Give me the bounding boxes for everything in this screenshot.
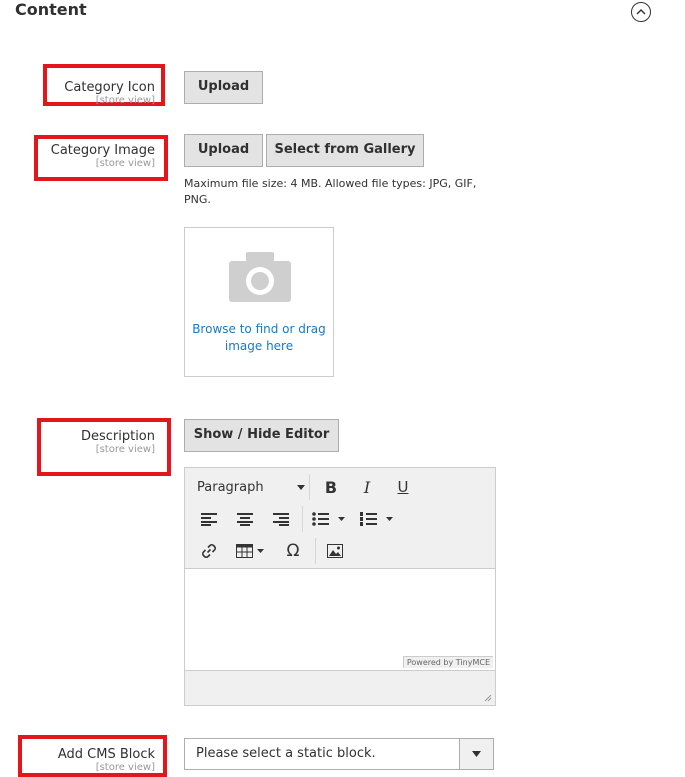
insert-image-button[interactable] xyxy=(323,539,347,563)
table-icon xyxy=(236,544,264,558)
category-icon-label: Category Icon xyxy=(64,80,155,95)
wysiwyg-editor: Paragraph B I U Ω Powered by TinyMCE xyxy=(184,467,496,706)
description-scope: [store view] xyxy=(95,444,155,455)
description-label: Description xyxy=(80,429,155,444)
insert-link-button[interactable] xyxy=(197,539,221,563)
align-right-button[interactable] xyxy=(269,507,293,531)
caret-down-icon xyxy=(297,485,305,490)
select-arrow-button[interactable] xyxy=(459,739,493,769)
image-drop-zone[interactable]: Browse to find or drag image here xyxy=(184,227,334,377)
file-size-note: Maximum file size: 4 MB. Allowed file ty… xyxy=(184,177,477,206)
cms-block-scope: [store view] xyxy=(95,762,155,773)
insert-table-button[interactable] xyxy=(233,539,269,563)
bullet-list-button[interactable] xyxy=(309,507,349,531)
italic-button[interactable]: I xyxy=(355,475,379,499)
cms-block-select[interactable]: Please select a static block. xyxy=(184,738,494,770)
underline-button[interactable]: U xyxy=(391,475,415,499)
caret-down-icon xyxy=(472,751,481,757)
numbered-list-icon xyxy=(360,512,393,526)
category-image-label-group: Category Image [store view] xyxy=(20,143,155,169)
cms-block-select-value: Please select a static block. xyxy=(196,746,376,761)
paragraph-format-select[interactable]: Paragraph xyxy=(191,475,309,499)
category-image-upload-button[interactable]: Upload xyxy=(184,134,263,167)
bold-button[interactable]: B xyxy=(319,475,343,499)
description-label-group: Description [store view] xyxy=(20,429,155,455)
special-character-button[interactable]: Ω xyxy=(281,539,305,563)
powered-by-tinymce: Powered by TinyMCE xyxy=(402,656,493,668)
collapse-button[interactable] xyxy=(631,2,651,22)
align-left-icon xyxy=(201,512,217,526)
section-title: Content xyxy=(15,0,87,19)
category-icon-scope: [store view] xyxy=(95,95,155,106)
browse-link[interactable]: Browse to find or drag image here xyxy=(185,321,333,355)
resize-grip-icon[interactable] xyxy=(484,694,492,702)
cms-block-label-group: Add CMS Block [store view] xyxy=(20,747,155,773)
category-icon-label-group: Category Icon [store view] xyxy=(20,80,155,106)
image-icon xyxy=(327,544,343,558)
align-right-icon xyxy=(273,512,289,526)
show-hide-editor-button[interactable]: Show / Hide Editor xyxy=(184,419,339,452)
align-center-button[interactable] xyxy=(233,507,257,531)
select-from-gallery-button[interactable]: Select from Gallery xyxy=(266,134,424,167)
align-center-icon xyxy=(237,512,253,526)
align-left-button[interactable] xyxy=(197,507,221,531)
link-icon xyxy=(202,544,216,558)
category-icon-upload-button[interactable]: Upload xyxy=(184,71,263,104)
bullet-list-icon xyxy=(312,512,345,526)
paragraph-format-value: Paragraph xyxy=(197,479,264,495)
chevron-up-icon xyxy=(636,9,646,15)
category-image-scope: [store view] xyxy=(95,158,155,169)
camera-icon xyxy=(229,252,291,302)
cms-block-label: Add CMS Block xyxy=(57,747,155,762)
category-image-label: Category Image xyxy=(50,143,155,158)
numbered-list-button[interactable] xyxy=(357,507,397,531)
